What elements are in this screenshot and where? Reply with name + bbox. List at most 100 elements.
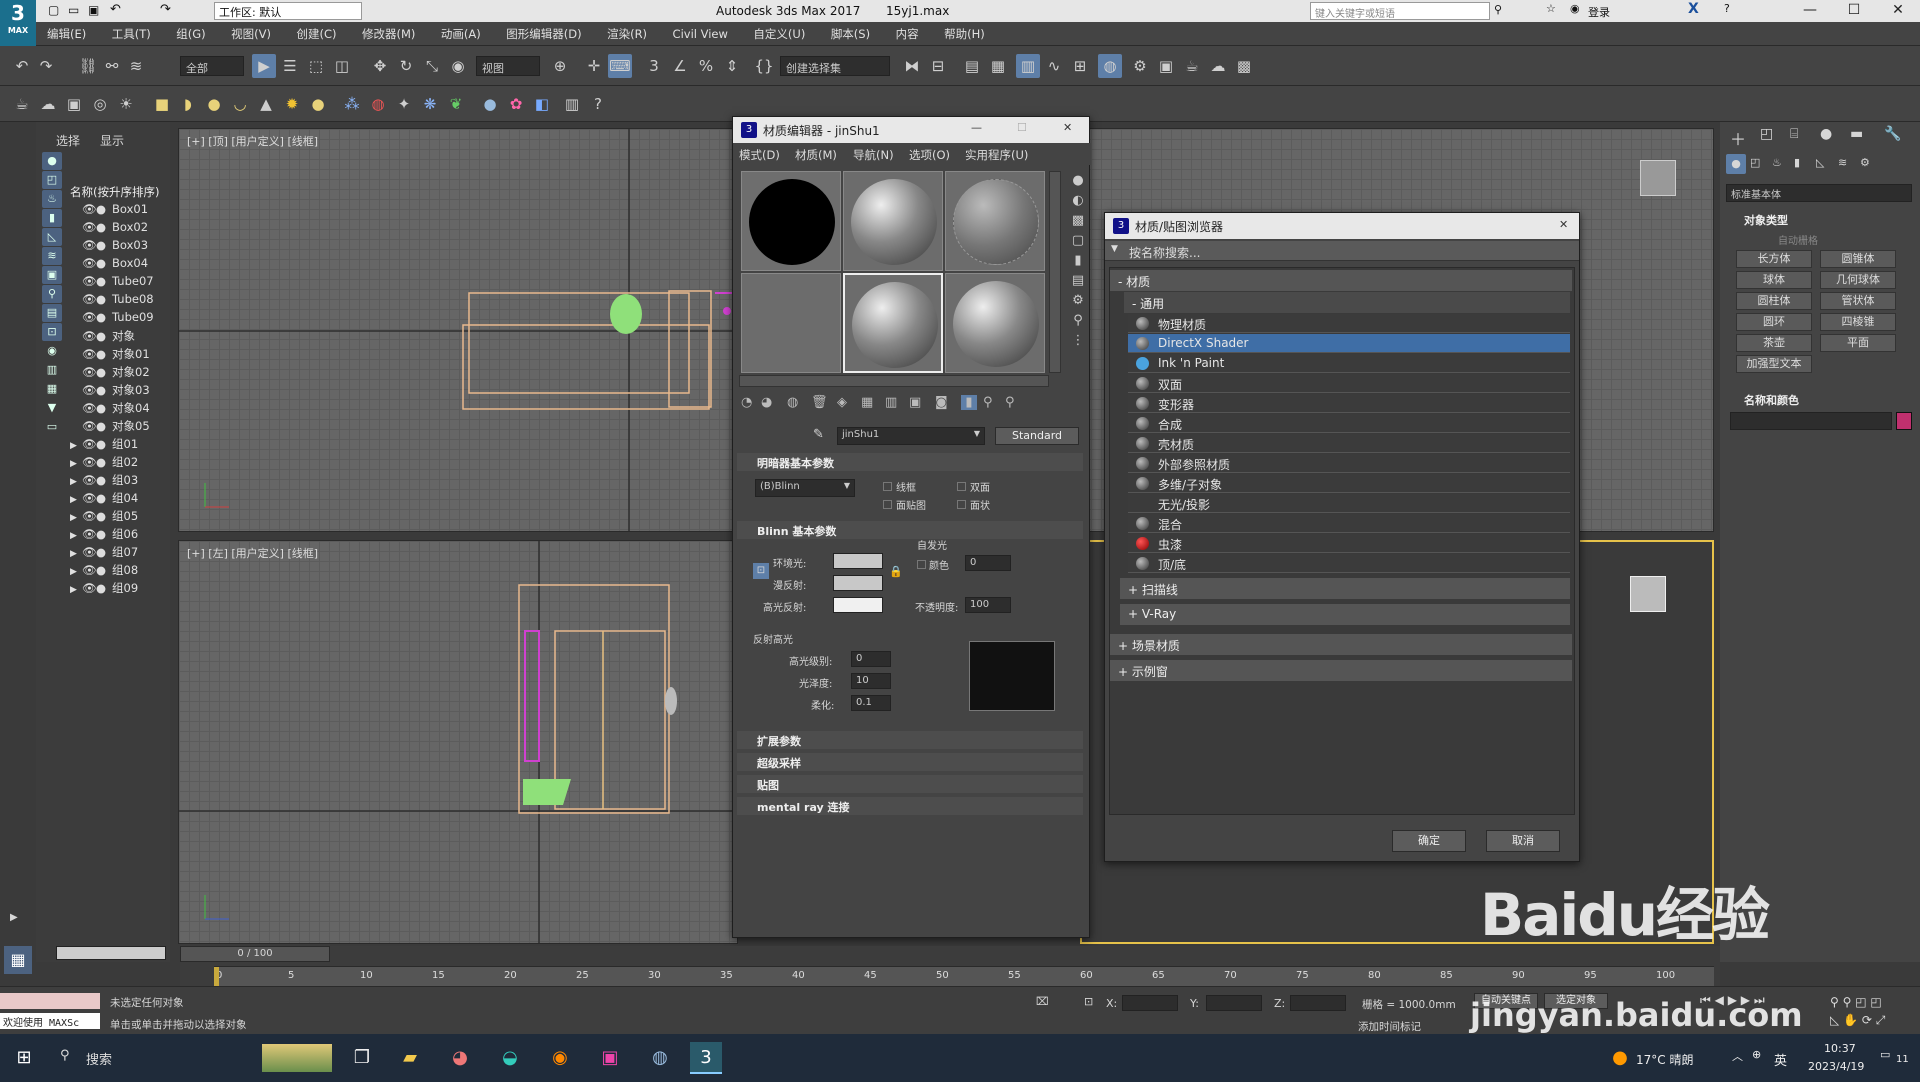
go-to-parent-icon[interactable]: ⚲ <box>983 395 993 410</box>
explorer-scrollbar[interactable] <box>56 946 166 960</box>
visibility-eye-icon[interactable]: 👁 <box>82 238 97 252</box>
scene-group-row[interactable]: ▶ 👁● 组09 <box>70 580 138 598</box>
faceted-checkbox[interactable]: 面状 <box>957 497 990 512</box>
me-menu-navigation[interactable]: 导航(N) <box>853 147 894 163</box>
dome-icon[interactable]: ◗ <box>176 92 200 116</box>
visibility-eye-icon[interactable]: 👁 <box>82 545 97 559</box>
scene-object-row[interactable]: 👁● 对象05 <box>70 418 150 436</box>
scene-object-row[interactable]: 👁● 对象02 <box>70 364 150 382</box>
material-item[interactable]: 顶/底 <box>1128 554 1570 573</box>
sample-type-icon[interactable]: ● <box>1067 171 1089 191</box>
create-4-button[interactable]: 圆柱体 <box>1736 292 1812 310</box>
taskbar-search[interactable]: ⚲ 搜索 <box>50 1044 334 1072</box>
me-menu-material[interactable]: 材质(M) <box>795 147 837 163</box>
camera-icon[interactable]: ◎ <box>88 92 112 116</box>
material-item[interactable]: 多维/子对象 <box>1128 474 1570 493</box>
pivot-center-icon[interactable]: ⊕ <box>548 54 572 78</box>
material-item[interactable]: DirectX Shader <box>1128 334 1570 353</box>
freeze-icon[interactable]: ● <box>96 256 108 270</box>
ambient-swatch[interactable] <box>833 553 883 569</box>
options-icon[interactable]: ⚙ <box>1067 291 1089 311</box>
scene-object-row[interactable]: 👁● Tube07 <box>70 274 154 292</box>
save-icon[interactable]: ▣ <box>88 3 99 17</box>
vfb-icon[interactable]: ◧ <box>530 92 554 116</box>
time-slider[interactable]: 0 / 100 <box>180 946 330 962</box>
material-item[interactable]: 变形器 <box>1128 394 1570 413</box>
visibility-eye-icon[interactable]: 👁 <box>82 473 97 487</box>
sphere-light-icon[interactable]: ● <box>202 92 226 116</box>
category-vray[interactable]: + V-Ray <box>1120 604 1570 625</box>
supersampling-header[interactable]: 超级采样 <box>737 753 1083 771</box>
sample-slot-2[interactable] <box>843 171 943 271</box>
object-type-header[interactable]: 对象类型 <box>1744 212 1788 228</box>
visibility-eye-icon[interactable]: 👁 <box>82 563 97 577</box>
menu-edit[interactable]: 编辑(E) <box>36 22 97 42</box>
material-item[interactable]: 无光/投影 <box>1128 494 1570 513</box>
freeze-icon[interactable]: ● <box>96 329 108 343</box>
material-item[interactable]: 壳材质 <box>1128 434 1570 453</box>
named-selection-dropdown[interactable]: 创建选择集 <box>780 56 890 76</box>
workspace-dropdown[interactable]: 工作区: 默认 <box>214 2 362 20</box>
scene-group-row[interactable]: ▶ 👁● 组01 <box>70 436 138 454</box>
freeze-icon[interactable]: ● <box>96 383 108 397</box>
expand-icon[interactable]: ▶ <box>70 549 82 559</box>
tab-select[interactable]: 选择 <box>56 132 80 149</box>
shape-filter-icon[interactable]: ◰ <box>42 171 62 189</box>
maps-header[interactable]: 贴图 <box>737 775 1083 793</box>
render-cloud-icon[interactable]: ☁ <box>1206 54 1230 78</box>
plant-icon[interactable]: ❦ <box>444 92 468 116</box>
expand-arrow-icon[interactable]: ▶ <box>10 912 18 923</box>
fov-icon[interactable]: ◺ <box>1830 1013 1839 1027</box>
tab-hierarchy-icon[interactable]: ⌸ <box>1790 126 1798 142</box>
physics-icon[interactable]: ❋ <box>418 92 442 116</box>
tab-display-icon[interactable]: ▬ <box>1850 126 1863 142</box>
show-end-result-icon[interactable]: ▮ <box>961 395 977 410</box>
put-to-library-icon[interactable]: ▥ <box>885 395 897 410</box>
tray-chevron-icon[interactable]: ︿ <box>1732 1048 1743 1064</box>
app-logo[interactable]: 3 MAX <box>0 0 36 46</box>
lock-icon[interactable]: ⊡ <box>753 563 769 579</box>
reference-coord-dropdown[interactable]: 视图 <box>476 56 540 76</box>
scene-group-row[interactable]: ▶ 👁● 组02 <box>70 454 138 472</box>
funnel-filter-icon[interactable]: ▼ <box>42 399 62 417</box>
category-scanline[interactable]: + 扫描线 <box>1120 578 1570 599</box>
freeze-icon[interactable]: ● <box>96 310 108 324</box>
freeze-icon[interactable]: ● <box>96 401 108 415</box>
clock-time[interactable]: 10:37 <box>1824 1042 1856 1055</box>
cameras-icon[interactable]: ▮ <box>1794 156 1800 169</box>
freeze-icon[interactable]: ● <box>96 419 108 433</box>
shader-rollout-header[interactable]: 明暗器基本参数 <box>737 453 1083 471</box>
lights-icon[interactable]: ♨ <box>1772 156 1782 169</box>
freeze-icon[interactable]: ● <box>96 365 108 379</box>
assign-material-icon[interactable]: ◍ <box>787 395 798 410</box>
spacewarps-icon[interactable]: ≋ <box>1838 156 1847 169</box>
create-8-button[interactable]: 茶壶 <box>1736 334 1812 352</box>
visibility-eye-icon[interactable]: 👁 <box>82 347 97 361</box>
scene-group-row[interactable]: ▶ 👁● 组08 <box>70 562 138 580</box>
app-icon-1[interactable]: ◕ <box>444 1042 476 1074</box>
tab-motion-icon[interactable]: ● <box>1820 126 1832 142</box>
tab-create-icon[interactable]: ＋ <box>1730 126 1746 150</box>
scene-group-row[interactable]: ▶ 👁● 组06 <box>70 526 138 544</box>
create-3-button[interactable]: 几何球体 <box>1820 271 1896 289</box>
bind-spacewarp-icon[interactable]: ≋ <box>124 54 148 78</box>
rect-selection-icon[interactable]: ⬚ <box>304 54 328 78</box>
teapot-icon[interactable]: ☕ <box>10 92 34 116</box>
eyedropper-icon[interactable]: ✎ <box>813 427 824 442</box>
freeze-icon[interactable]: ● <box>96 473 108 487</box>
cone-icon[interactable]: ▲ <box>254 92 278 116</box>
minimize-button[interactable]: — <box>1788 0 1832 22</box>
visibility-eye-icon[interactable]: 👁 <box>82 220 97 234</box>
menu-customize[interactable]: 自定义(U) <box>742 22 816 42</box>
blinn-rollout-header[interactable]: Blinn 基本参数 <box>737 521 1083 539</box>
visibility-eye-icon[interactable]: 👁 <box>82 365 97 379</box>
color-balls-icon[interactable]: ✿ <box>504 92 528 116</box>
column-header[interactable]: 名称(按升序排序) <box>70 184 159 200</box>
visibility-eye-icon[interactable]: 👁 <box>82 256 97 270</box>
ok-button[interactable]: 确定 <box>1392 830 1466 852</box>
background-icon[interactable]: ▩ <box>1067 211 1089 231</box>
material-item[interactable]: 合成 <box>1128 414 1570 433</box>
specular-swatch[interactable] <box>833 597 883 613</box>
sample-slot-6[interactable] <box>945 273 1045 373</box>
put-to-scene-icon[interactable]: ◕ <box>761 395 772 410</box>
